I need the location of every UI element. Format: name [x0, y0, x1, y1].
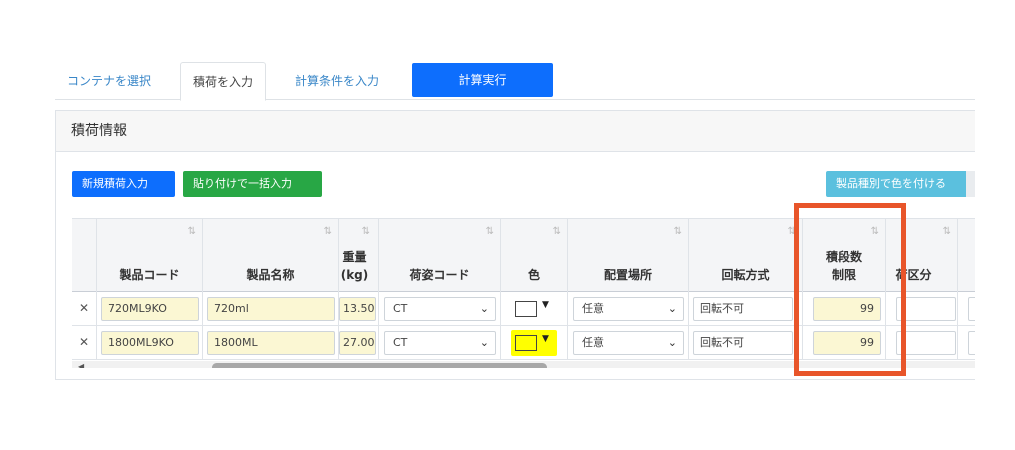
placement-cell: 任意 ⌄ — [568, 292, 689, 325]
package-cell: CT ⌄ — [379, 326, 501, 359]
placement-cell: 任意 ⌄ — [568, 326, 689, 359]
stack-limit-highlight-box — [794, 203, 906, 376]
color-swatch — [515, 301, 537, 317]
placement-select[interactable]: 任意 ⌄ — [573, 297, 684, 321]
color-picker[interactable]: ▼ — [511, 330, 557, 356]
header-weight[interactable]: ⇅ 重量 (kg) — [339, 219, 379, 292]
placement-value: 任意 — [582, 302, 604, 315]
tab-select-container[interactable]: コンテナを選択 — [55, 62, 163, 100]
package-cell: CT ⌄ — [379, 292, 501, 325]
rotation-cell: 回転不可 — [689, 292, 803, 325]
next-cell — [958, 292, 975, 325]
color-by-type-dropdown-edge[interactable] — [966, 171, 975, 197]
chevron-down-icon: ⌄ — [479, 302, 489, 315]
color-cell: ▼ — [501, 326, 568, 359]
header-label: 回転方式 — [721, 268, 770, 282]
header-label: (kg) — [340, 268, 369, 282]
header-label: 重量 — [342, 250, 367, 264]
weight-cell: 13.50 — [339, 292, 379, 325]
sort-icon: ⇅ — [323, 226, 332, 237]
next-cell — [958, 326, 975, 359]
package-select[interactable]: CT ⌄ — [384, 331, 496, 355]
weight-input[interactable]: 27.00 — [339, 331, 376, 355]
color-swatch — [515, 335, 537, 351]
package-select[interactable]: CT ⌄ — [384, 297, 496, 321]
header-label: 荷姿コード — [409, 268, 470, 282]
header-next-col — [958, 219, 975, 292]
sort-icon: ⇅ — [361, 226, 370, 237]
chevron-down-icon: ⌄ — [667, 302, 677, 315]
caret-down-icon: ▼ — [542, 300, 549, 310]
header-color[interactable]: ⇅ 色 — [501, 219, 568, 292]
chevron-down-icon: ⌄ — [667, 336, 677, 349]
sort-icon: ⇅ — [942, 226, 951, 237]
tab-enter-conditions[interactable]: 計算条件を入力 — [283, 62, 391, 100]
scrollbar-thumb[interactable] — [212, 363, 547, 368]
product-name-input[interactable]: 1800ML — [207, 331, 335, 355]
header-product-name[interactable]: ⇅ 製品名称 — [203, 219, 339, 292]
header-label: 製品名称 — [246, 268, 295, 282]
name-cell: 720ml — [203, 292, 339, 325]
rotation-input[interactable]: 回転不可 — [693, 331, 793, 355]
sort-icon: ⇅ — [552, 226, 561, 237]
package-value: CT — [393, 302, 408, 315]
rotation-cell: 回転不可 — [689, 326, 803, 359]
scroll-left-icon[interactable]: ◀ — [78, 361, 84, 368]
package-value: CT — [393, 336, 408, 349]
placement-select[interactable]: 任意 ⌄ — [573, 331, 684, 355]
header-label: 配置場所 — [603, 268, 652, 282]
chevron-down-icon: ⌄ — [479, 336, 489, 349]
product-code-input[interactable]: 1800ML9KO — [101, 331, 199, 355]
run-calculation-button[interactable]: 計算実行 — [412, 63, 553, 97]
header-package-code[interactable]: ⇅ 荷姿コード — [379, 219, 501, 292]
weight-input[interactable]: 13.50 — [339, 297, 376, 321]
header-label: 色 — [527, 268, 540, 282]
code-cell: 720ML9KO — [97, 292, 203, 325]
color-cell: ▼ — [501, 292, 568, 325]
color-by-type-button[interactable]: 製品種別で色を付ける — [826, 171, 966, 197]
next-input[interactable] — [968, 297, 975, 321]
paste-bulk-button[interactable]: 貼り付けで一括入力 — [183, 171, 322, 197]
code-cell: 1800ML9KO — [97, 326, 203, 359]
tab-enter-cargo[interactable]: 積荷を入力 — [180, 62, 267, 101]
delete-row-icon[interactable]: ✕ — [72, 326, 97, 359]
header-product-code[interactable]: ⇅ 製品コード — [97, 219, 203, 292]
header-delete-col — [72, 219, 97, 292]
card-title: 積荷情報 — [56, 111, 975, 152]
sort-icon: ⇅ — [187, 226, 196, 237]
name-cell: 1800ML — [203, 326, 339, 359]
placement-value: 任意 — [582, 336, 604, 349]
product-code-input[interactable]: 720ML9KO — [101, 297, 199, 321]
product-name-input[interactable]: 720ml — [207, 297, 335, 321]
sort-icon: ⇅ — [485, 226, 494, 237]
header-placement[interactable]: ⇅ 配置場所 — [568, 219, 689, 292]
new-cargo-button[interactable]: 新規積荷入力 — [72, 171, 175, 197]
next-input[interactable] — [968, 331, 975, 355]
tab-bar: コンテナを選択 積荷を入力 計算条件を入力 計算実行 — [55, 62, 975, 101]
color-picker[interactable]: ▼ — [511, 296, 557, 322]
delete-row-icon[interactable]: ✕ — [72, 292, 97, 325]
sort-icon: ⇅ — [673, 226, 682, 237]
header-label: 製品コード — [119, 268, 180, 282]
weight-cell: 27.00 — [339, 326, 379, 359]
rotation-input[interactable]: 回転不可 — [693, 297, 793, 321]
header-rotation[interactable]: ⇅ 回転方式 — [689, 219, 803, 292]
caret-down-icon: ▼ — [542, 334, 549, 344]
